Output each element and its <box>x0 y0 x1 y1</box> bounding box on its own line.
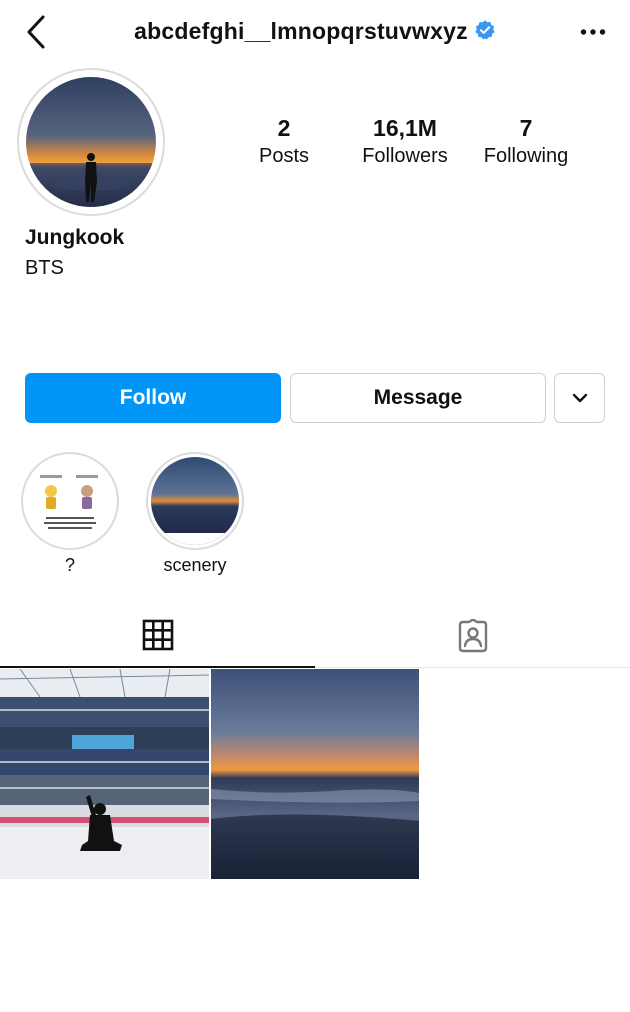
more-dots-icon <box>580 29 606 35</box>
following-count: 7 <box>519 115 533 141</box>
sunset-sea-image <box>151 457 239 545</box>
profile-tabs <box>0 604 630 668</box>
sunset-beach-photo <box>211 669 419 879</box>
profile-stats: 2 Posts 16,1M Followers 7 Following <box>222 114 612 170</box>
message-button[interactable]: Message <box>290 373 546 423</box>
post-thumbnail[interactable] <box>0 669 209 879</box>
chevron-down-icon <box>572 393 587 403</box>
highlight-ring <box>146 452 244 550</box>
highlight-label: ? <box>64 555 75 575</box>
profile-avatar-ring[interactable] <box>17 68 165 216</box>
username-header: abcdefghi__lmnopqrstuvwxyz <box>0 18 630 45</box>
highlight-question[interactable]: ? <box>21 452 119 576</box>
posts-label: Posts <box>258 145 310 167</box>
followers-count: 16,1M <box>373 115 437 141</box>
following-label: Following <box>483 145 569 167</box>
follow-button[interactable]: Follow <box>25 373 281 423</box>
highlight-cover <box>151 457 239 545</box>
verified-badge-icon <box>475 19 495 39</box>
tab-tagged[interactable] <box>315 604 630 668</box>
stat-following[interactable]: 7 Following <box>464 114 588 170</box>
highlight-ring <box>21 452 119 550</box>
display-name: Jungkook <box>25 226 125 249</box>
bio: BTS <box>25 257 64 279</box>
avatar <box>26 77 156 207</box>
username: abcdefghi__lmnopqrstuvwxyz <box>134 18 468 44</box>
tagged-user-icon <box>458 619 487 653</box>
more-options-button[interactable] <box>578 22 608 42</box>
post-thumbnail[interactable] <box>211 669 419 879</box>
top-bar: abcdefghi__lmnopqrstuvwxyz <box>0 0 630 68</box>
stadium-photo <box>0 669 209 879</box>
followers-label: Followers <box>362 145 448 167</box>
highlight-cover <box>26 457 114 545</box>
stat-posts[interactable]: 2 Posts <box>222 114 346 170</box>
stat-followers[interactable]: 16,1M Followers <box>346 114 464 170</box>
grid-icon <box>142 619 173 651</box>
tab-posts-grid[interactable] <box>0 604 315 668</box>
sunset-silhouette-image <box>26 77 156 207</box>
posts-count: 2 <box>277 115 291 141</box>
cartoon-characters-image <box>26 457 114 545</box>
suggested-accounts-button[interactable] <box>554 373 605 423</box>
highlight-label: scenery <box>163 555 227 575</box>
highlight-scenery[interactable]: scenery <box>146 452 244 576</box>
